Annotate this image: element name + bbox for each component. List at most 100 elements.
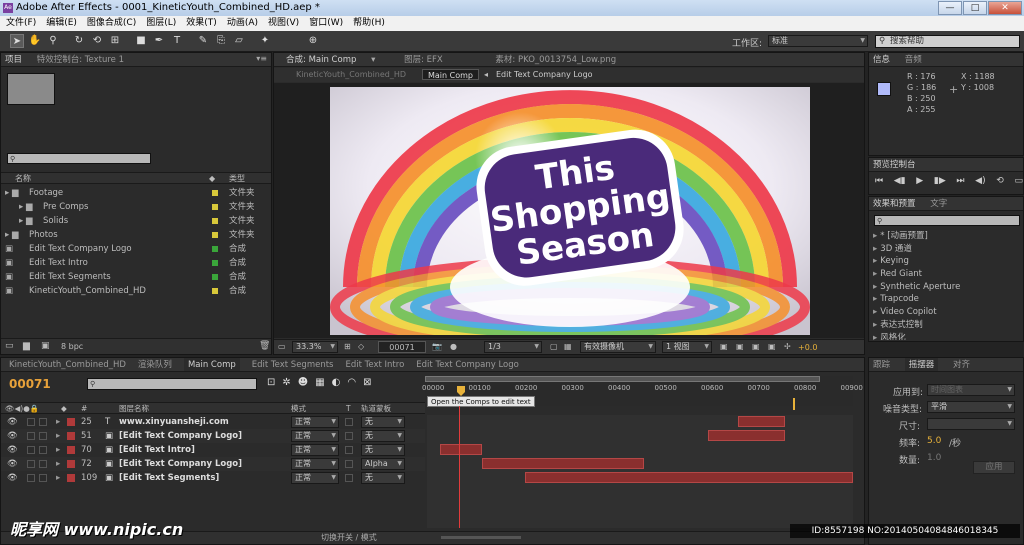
preserve-transparency-checkbox[interactable] <box>345 432 353 440</box>
layer-mode-select[interactable]: 正常 <box>291 430 339 442</box>
layer-label-swatch[interactable] <box>67 432 75 440</box>
menu-item[interactable]: 效果(T) <box>186 16 217 31</box>
exposure-value[interactable]: +0.0 <box>798 343 817 352</box>
selection-tool-icon[interactable]: ➤ <box>10 34 24 48</box>
eye-icon[interactable]: 👁 <box>7 457 18 471</box>
tab-tracker[interactable]: 跟踪 <box>873 358 890 371</box>
audio-toggle[interactable] <box>27 474 35 482</box>
label-swatch[interactable] <box>212 274 218 280</box>
brainstorm-icon[interactable]: ⊠ <box>363 377 371 388</box>
minimize-button[interactable]: — <box>938 1 962 15</box>
layer-name[interactable]: [Edit Text Company Logo] <box>119 429 242 443</box>
timeline-tab[interactable]: Edit Text Company Logo <box>416 358 519 371</box>
layer-mode-select[interactable]: 正常 <box>291 472 339 484</box>
effects-category[interactable]: ▸ Video Copilot <box>873 306 1021 319</box>
menu-item[interactable]: 视图(V) <box>268 16 299 31</box>
timeline-current-time[interactable]: 00071 <box>9 377 51 391</box>
transparency-grid-icon[interactable]: ▦ <box>564 342 572 351</box>
eye-icon[interactable]: 👁 <box>7 471 18 485</box>
pen-tool-icon[interactable]: ✒ <box>152 34 166 48</box>
tab-character[interactable]: 文字 <box>930 197 947 210</box>
expand-triangle-icon[interactable]: ▸ <box>56 471 60 485</box>
dimension-select[interactable] <box>927 418 1015 430</box>
chevron-down-icon[interactable]: ▾ <box>371 55 375 65</box>
breadcrumb-item-active[interactable]: Main Comp <box>422 69 479 80</box>
menu-item[interactable]: 图像合成(C) <box>87 16 136 31</box>
layer-name[interactable]: [Edit Text Intro] <box>119 443 195 457</box>
expand-triangle-icon[interactable]: ▸ <box>56 429 60 443</box>
project-item[interactable]: ▸ ▆ Pre Comps 文件夹 <box>1 200 271 214</box>
zoom-select[interactable]: 33.3% <box>292 341 338 353</box>
column-mode[interactable]: 模式 <box>291 403 306 414</box>
project-item[interactable]: ▣ Edit Text Segments 合成 <box>1 270 271 284</box>
graph-editor-icon[interactable]: ◠ <box>347 377 356 388</box>
zoom-slider[interactable] <box>441 536 521 539</box>
timeline-tab[interactable]: Edit Text Intro <box>345 358 404 371</box>
new-comp-icon[interactable]: ▣ <box>41 341 50 351</box>
track-matte-select[interactable]: Alpha <box>361 458 405 470</box>
show-channel-icon[interactable]: ● <box>450 342 457 351</box>
type-tool-icon[interactable]: T <box>170 34 184 48</box>
layer-row[interactable]: 👁 ▸ 25 Twww.xinyuansheji.com 正常 无 <box>1 415 425 429</box>
menu-item[interactable]: 编辑(E) <box>46 16 77 31</box>
tab-layer[interactable]: 图层: EFX <box>404 53 443 66</box>
view-layout-select[interactable]: 1 视图 <box>662 341 712 353</box>
play-icon[interactable]: ▶ <box>916 176 923 186</box>
layer-duration-bar[interactable] <box>439 444 483 455</box>
audio-toggle[interactable] <box>27 460 35 468</box>
effects-category[interactable]: ▸ * [动画预置] <box>873 230 1021 243</box>
layer-row[interactable]: 👁 ▸ 70 ▣ [Edit Text Intro] 正常 无 <box>1 443 425 457</box>
effects-category[interactable]: ▸ 风格化 <box>873 332 1021 341</box>
frame-blending-icon[interactable]: ▦ <box>315 377 324 388</box>
apply-to-select[interactable]: 时间图表 <box>927 384 1015 396</box>
preserve-transparency-checkbox[interactable] <box>345 418 353 426</box>
layer-row[interactable]: 👁 ▸ 72 ▣ [Edit Text Company Logo] 正常 Alpha <box>1 457 425 471</box>
tab-preview[interactable]: 预览控制台 <box>873 158 916 171</box>
label-swatch[interactable] <box>212 204 218 210</box>
column-type[interactable]: 类型 <box>229 173 245 184</box>
layer-duration-bar[interactable] <box>708 430 785 441</box>
layer-mode-select[interactable]: 正常 <box>291 458 339 470</box>
menu-item[interactable]: 动画(A) <box>227 16 258 31</box>
effects-category[interactable]: ▸ Synthetic Aperture <box>873 281 1021 294</box>
track-matte-select[interactable]: 无 <box>361 444 405 456</box>
motion-blur-icon[interactable]: ◐ <box>332 377 341 388</box>
effects-category[interactable]: ▸ Red Giant <box>873 268 1021 281</box>
bit-depth-label[interactable]: 8 bpc <box>61 342 83 351</box>
tab-composition[interactable]: 合成: Main Comp <box>286 53 356 66</box>
mask-icon[interactable]: ◇ <box>358 342 364 351</box>
breadcrumb-item[interactable]: Edit Text Company Logo <box>496 68 593 82</box>
label-swatch[interactable] <box>212 246 218 252</box>
track-matte-select[interactable]: 无 <box>361 430 405 442</box>
timeline-tab[interactable]: KineticYouth_Combined_HD <box>9 358 126 371</box>
project-item[interactable]: ▸ ▆ Photos 文件夹 <box>1 228 271 242</box>
layer-duration-bar[interactable] <box>482 458 645 469</box>
column-layer-name[interactable]: 图层名称 <box>119 403 149 414</box>
first-frame-icon[interactable]: ⏮ <box>875 176 883 186</box>
solo-toggle[interactable] <box>39 474 47 482</box>
audio-icon[interactable]: ◀) <box>975 176 985 186</box>
layer-label-swatch[interactable] <box>67 418 75 426</box>
layer-duration-bar[interactable] <box>524 472 853 483</box>
preserve-transparency-checkbox[interactable] <box>345 446 353 454</box>
puppet-tool-icon[interactable]: ✦ <box>258 34 272 48</box>
timeline-tab[interactable]: Edit Text Segments <box>252 358 334 371</box>
fast-previews-icon[interactable]: ▣ <box>736 342 744 351</box>
draft-3d-icon[interactable]: ✲ <box>282 377 290 388</box>
loop-icon[interactable]: ⟲ <box>996 176 1004 186</box>
work-area-bar[interactable] <box>425 376 820 382</box>
hide-shy-layers-icon[interactable]: ☻ <box>298 377 308 388</box>
panel-menu-icon[interactable]: ▾≡ <box>256 54 267 63</box>
eye-icon[interactable]: 👁 <box>7 415 18 429</box>
last-frame-icon[interactable]: ⏭ <box>956 176 964 186</box>
current-time-field[interactable]: 00071 <box>378 341 426 353</box>
zoom-tool-icon[interactable]: ⚲ <box>46 34 60 48</box>
effects-search-input[interactable]: ⚲ <box>874 215 1020 226</box>
layer-row[interactable]: 👁 ▸ 51 ▣ [Edit Text Company Logo] 正常 无 <box>1 429 425 443</box>
toggle-switches-modes[interactable]: 切换开关 / 模式 <box>321 532 377 544</box>
label-swatch[interactable] <box>212 260 218 266</box>
active-camera-select[interactable]: 有效摄像机 <box>580 341 656 353</box>
label-swatch[interactable] <box>212 190 218 196</box>
label-swatch[interactable] <box>212 288 218 294</box>
audio-toggle[interactable] <box>27 446 35 454</box>
